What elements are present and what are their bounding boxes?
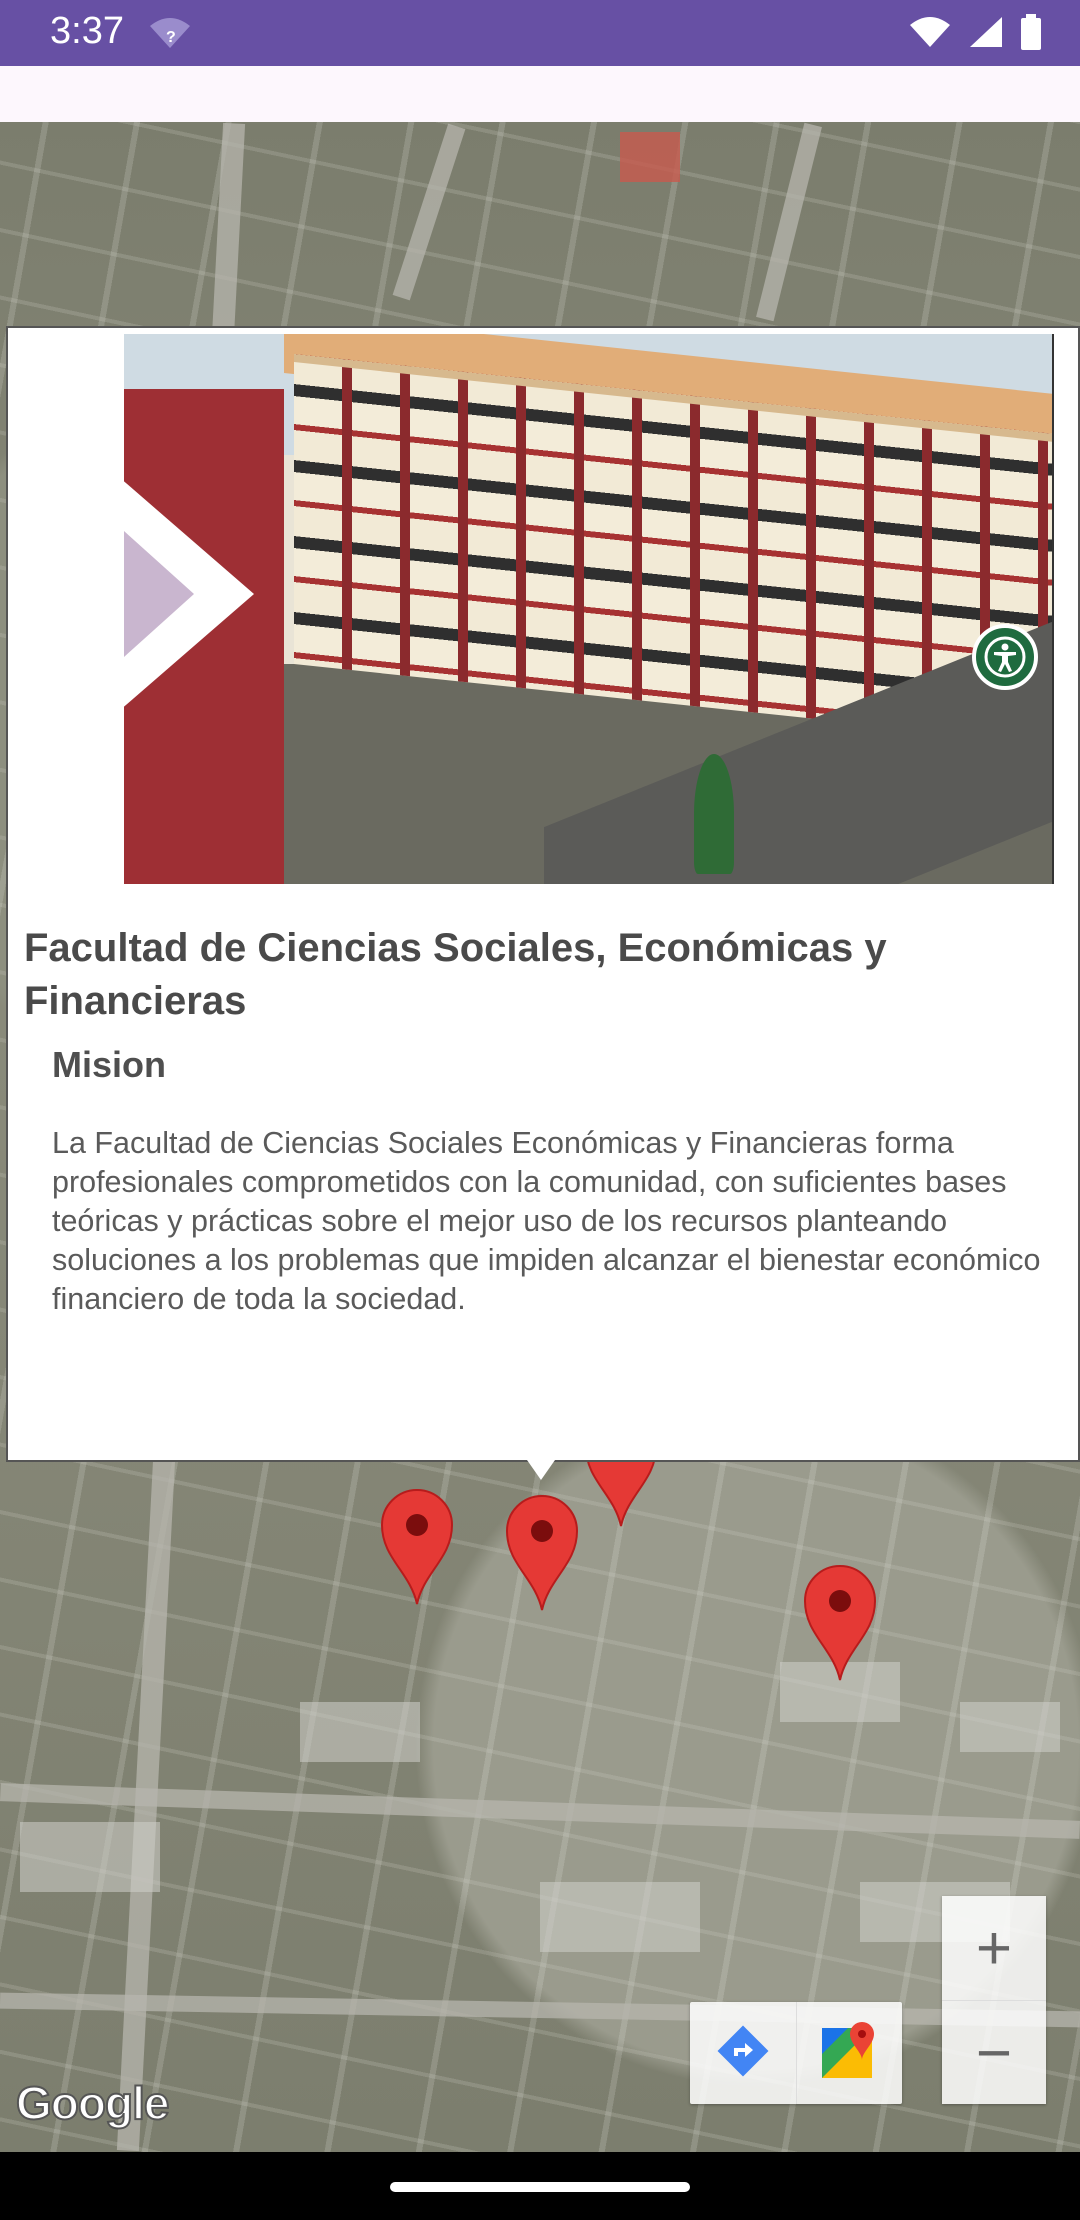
info-window-pointer <box>527 1460 555 1480</box>
map-road <box>0 1992 1080 2028</box>
info-window[interactable]: Facultad de Ciencias Sociales, Económica… <box>6 326 1080 1462</box>
accessibility-icon <box>972 624 1038 690</box>
map-building <box>960 1702 1060 1752</box>
map-building <box>20 1822 160 1892</box>
map-road <box>392 123 466 301</box>
map-building <box>620 132 680 182</box>
map-toolbar <box>690 2002 902 2104</box>
signal-icon <box>968 15 1004 54</box>
directions-button[interactable] <box>690 2002 797 2104</box>
zoom-in-button[interactable]: + <box>942 1896 1046 2001</box>
zoom-controls: + − <box>942 1896 1046 2104</box>
photo-palm <box>694 754 734 874</box>
faculty-photo <box>124 334 1054 884</box>
status-bar: 3:37 ? <box>0 0 1080 66</box>
wifi-icon <box>908 15 952 54</box>
svg-text:?: ? <box>166 29 176 46</box>
status-time: 3:37 <box>50 10 124 52</box>
zoom-out-button[interactable]: − <box>942 2001 1046 2105</box>
faculty-title: Facultad de Ciencias Sociales, Económica… <box>24 926 887 1023</box>
google-maps-icon <box>818 2020 880 2087</box>
navigation-bar <box>0 2152 1080 2220</box>
mission-text: La Facultad de Ciencias Sociales Económi… <box>52 1126 1041 1316</box>
map-road <box>756 122 822 322</box>
directions-icon <box>714 2022 772 2085</box>
map-marker[interactable] <box>380 1488 454 1606</box>
photo-chevron-inner <box>124 504 194 684</box>
google-logo: Google <box>15 2076 170 2130</box>
wifi-question-icon: ? <box>148 16 192 55</box>
map-marker[interactable] <box>803 1564 877 1682</box>
map-road <box>0 1783 1080 1839</box>
home-gesture-handle[interactable] <box>390 2182 690 2192</box>
map-marker[interactable] <box>505 1494 579 1612</box>
app-bar <box>0 66 1080 122</box>
section-heading: Mision <box>52 1044 166 1085</box>
battery-icon <box>1020 14 1042 55</box>
open-google-maps-button[interactable] <box>797 2002 903 2104</box>
map-building <box>540 1882 700 1952</box>
map-building <box>300 1702 420 1762</box>
